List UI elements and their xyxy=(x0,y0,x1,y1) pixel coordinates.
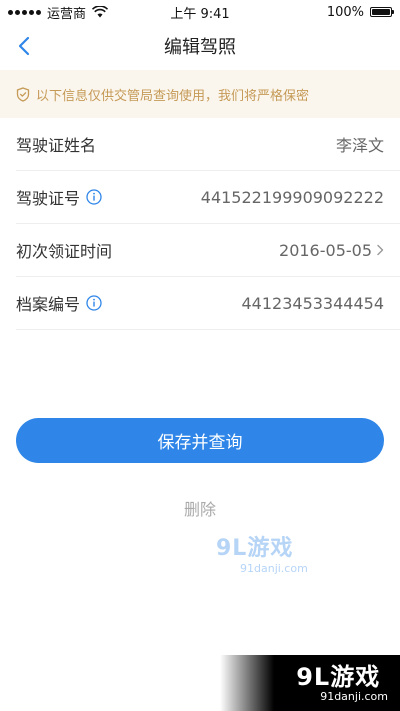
license-number-value: 441522199909092222 xyxy=(200,187,384,207)
row-value: 李泽文 xyxy=(336,132,384,156)
row-label: 驾驶证姓名 xyxy=(16,132,96,156)
battery-icon xyxy=(370,7,394,17)
row-value: 44123453344454 xyxy=(241,294,384,313)
row-label: 驾驶证号 xyxy=(16,185,102,209)
privacy-notice: 以下信息仅供交管局查询使用，我们将严格保密 xyxy=(0,70,400,118)
form-row-file-number[interactable]: 档案编号 44123453344454 xyxy=(16,277,400,330)
chevron-right-icon xyxy=(377,244,384,256)
nav-bar: 编辑驾照 xyxy=(0,24,400,68)
signal-strength-icon xyxy=(8,9,41,15)
row-label: 档案编号 xyxy=(16,291,102,315)
row-label-text: 驾驶证号 xyxy=(16,189,81,208)
wifi-icon xyxy=(92,6,109,18)
license-name-value: 李泽文 xyxy=(335,136,384,155)
form-row-first-issue-date[interactable]: 初次领证时间 2016-05-05 xyxy=(16,224,400,277)
status-left: 运营商 xyxy=(8,3,109,22)
watermark-site: 91danji.com xyxy=(240,562,308,575)
delete-button[interactable]: 删除 xyxy=(0,496,400,520)
battery-percent: 100% xyxy=(326,4,364,20)
row-label-text: 初次领证时间 xyxy=(16,242,113,261)
status-right: 100% xyxy=(326,4,394,20)
row-value: 2016-05-05 xyxy=(279,241,384,260)
corner-watermark-site: 91danji.com xyxy=(320,689,388,703)
shield-check-icon xyxy=(16,86,30,102)
file-number-value: 44123453344454 xyxy=(241,293,384,313)
chevron-left-icon xyxy=(18,36,30,56)
row-value: 441522199909092222 xyxy=(201,188,384,207)
back-button[interactable] xyxy=(8,30,40,62)
form-row-license-number[interactable]: 驾驶证号 441522199909092222 xyxy=(16,171,400,224)
row-label: 初次领证时间 xyxy=(16,238,112,262)
watermark-brand: 9L游戏 xyxy=(216,536,294,561)
info-icon[interactable] xyxy=(86,295,102,311)
carrier-name: 运营商 xyxy=(47,6,87,22)
status-bar: 运营商 上午 9:41 100% xyxy=(0,0,400,24)
row-label-text: 档案编号 xyxy=(16,295,81,314)
corner-watermark-brand: 9L游戏 xyxy=(296,662,381,691)
save-and-query-button[interactable]: 保存并查询 xyxy=(16,418,384,463)
row-label-text: 驾驶证姓名 xyxy=(16,136,97,155)
corner-watermark: 9L游戏 91danji.com xyxy=(220,655,400,711)
first-issue-date-value: 2016-05-05 xyxy=(279,240,372,260)
form-row-name[interactable]: 驾驶证姓名 李泽文 xyxy=(16,118,400,171)
watermark-logo: 9L游戏 91danji.com xyxy=(216,536,320,586)
info-icon[interactable] xyxy=(86,189,102,205)
page-title: 编辑驾照 xyxy=(164,37,236,58)
privacy-notice-text: 以下信息仅供交管局查询使用，我们将严格保密 xyxy=(36,88,310,104)
license-form: 驾驶证姓名 李泽文 驾驶证号 441522199909092222 初次领证时间 xyxy=(0,118,400,330)
